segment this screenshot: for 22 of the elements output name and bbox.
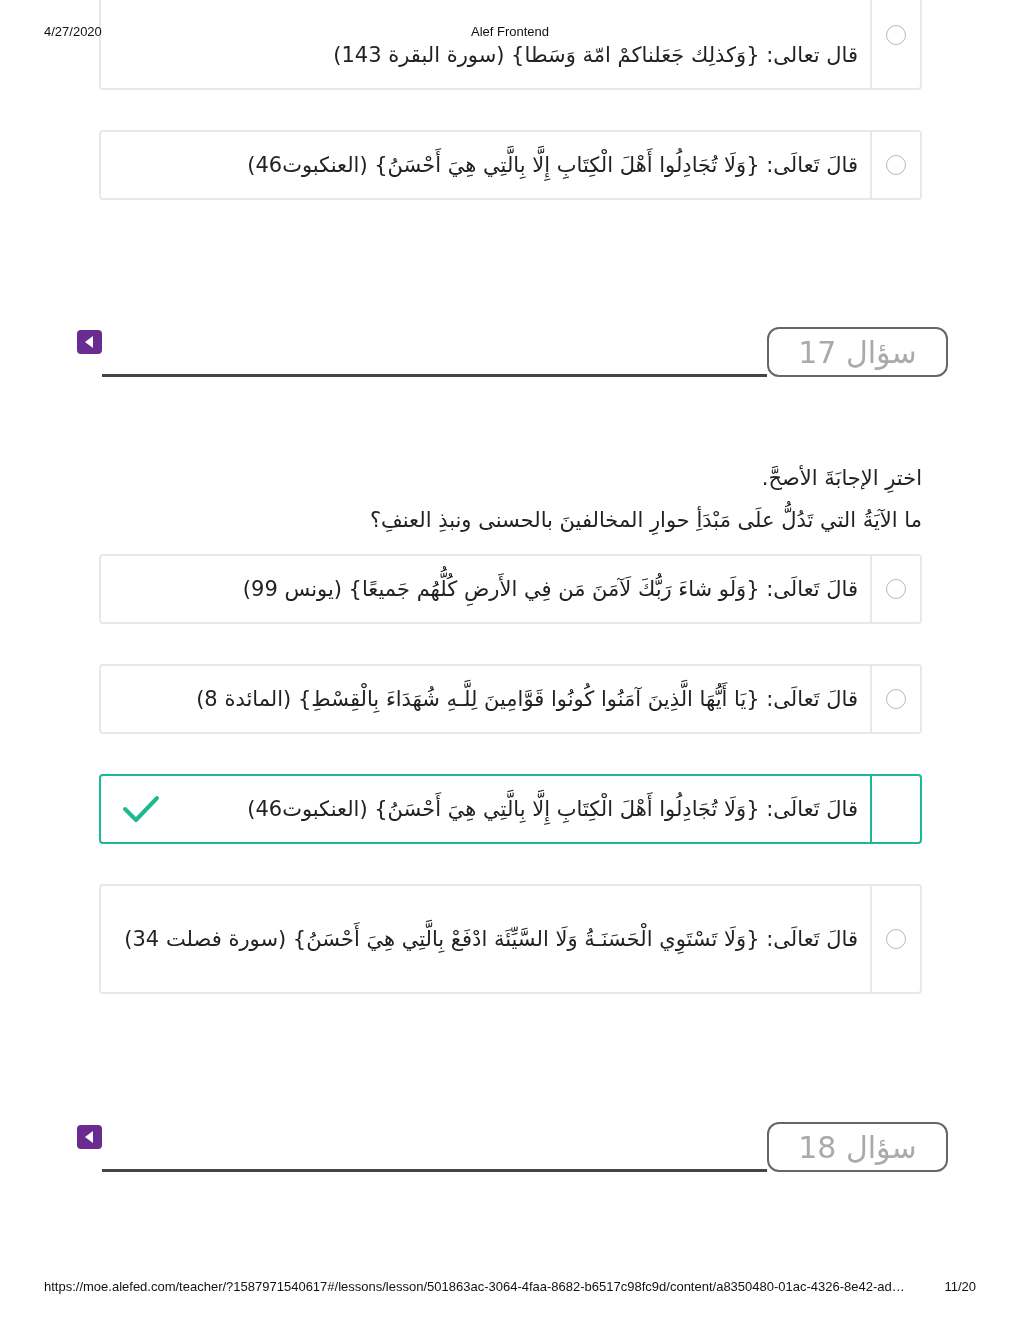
back-button[interactable] [77, 330, 102, 354]
print-url: https://moe.alefed.com/teacher/?1587971540617#/lessons/lesson/501863ac-3064-4faa-8682-b6517c98fc9d/content/a8350480-01ac-4326-8e42-ad… [44, 1279, 905, 1294]
back-arrow-icon [85, 336, 94, 348]
answer-option[interactable]: قالَ تَعالَى: {وَلَو شاءَ رَبُّكَ لَآمَنَ مَن فِي الأَرضِ كُلُّهُم جَميعًا} (يونس 99) [99, 554, 922, 624]
print-title: Alef Frontend [470, 24, 549, 39]
answer-option[interactable]: قالَ تَعالَى: {وَلَا تُجَادِلُوا أَهْلَ الْكِتَابِ إِلَّا بِالَّتِي هِيَ أَحْسَنُ} (العنكبوت46) [99, 774, 922, 844]
option-text: قالَ تَعالَى: {وَلَا تُجَادِلُوا أَهْلَ الْكِتَابِ إِلَّا بِالَّتِي هِيَ أَحْسَنُ} (العنكبوت46) [181, 778, 870, 840]
instruction-text: اخترِ الإجابَةَ الأصحَّ. [73, 457, 922, 499]
answer-option[interactable]: قالَ تَعالَى: {وَلَا تَسْتَوِي الْحَسَنَـةُ وَلَا السَّيِّئَة ادْفَعْ بِالَّتِي هِيَ أَحْسَنُ} (سورة فصلت 34) [99, 884, 922, 994]
back-button[interactable] [77, 1125, 102, 1149]
checkmark-icon [122, 794, 160, 824]
option-text: قالَ تَعالَى: {وَلَو شاءَ رَبُّكَ لَآمَنَ مَن فِي الأَرضِ كُلُّهُم جَميعًا} (يونس 99) [101, 558, 870, 620]
answer-option[interactable]: قالَ تَعالَى: {يَا أَيُّهَا الَّذِينَ آمَنُوا كُونُوا قَوَّامِينَ لِلَّـهِ شُهَدَاءَ بِالْقِسْطِ} (المائدة 8) [99, 664, 922, 734]
back-arrow-icon [85, 1131, 94, 1143]
option-text: قال تعالى: {وَكذلِك جَعَلناكمْ امّة وَسَطا} (سورة البقرة 143) [332, 42, 858, 69]
option-text: قالَ تَعالَى: {يَا أَيُّهَا الَّذِينَ آمَنُوا كُونُوا قَوَّامِينَ لِلَّـهِ شُهَدَاءَ بِالْقِسْطِ} (المائدة 8) [101, 668, 870, 730]
option-text: قالَ تَعالَى: {وَلَا تَسْتَوِي الْحَسَنَـةُ وَلَا السَّيِّئَة ادْفَعْ بِالَّتِي هِيَ أَحْسَنُ} (سورة فصلت 34) [101, 908, 870, 970]
print-date: 4/27/2020 [44, 24, 102, 39]
page-number: 11/20 [944, 1279, 976, 1294]
question-text: ما الآيَةُ التي تَدُلُّ علَى مَبْدَأِ حوارِ المخالفينَ بالحسنى ونبذِ العنفِ؟ [73, 499, 922, 541]
answer-option[interactable]: قالَ تَعالَى: {وَلَا تُجَادِلُوا أَهْلَ الْكِتَابِ إِلَّا بِالَّتِي هِيَ أَحْسَنُ} (العنكبوت46) [99, 130, 922, 200]
option-text: قالَ تَعالَى: {وَلَا تُجَادِلُوا أَهْلَ الْكِتَابِ إِلَّا بِالَّتِي هِيَ أَحْسَنُ} (العنكبوت46) [101, 134, 870, 196]
